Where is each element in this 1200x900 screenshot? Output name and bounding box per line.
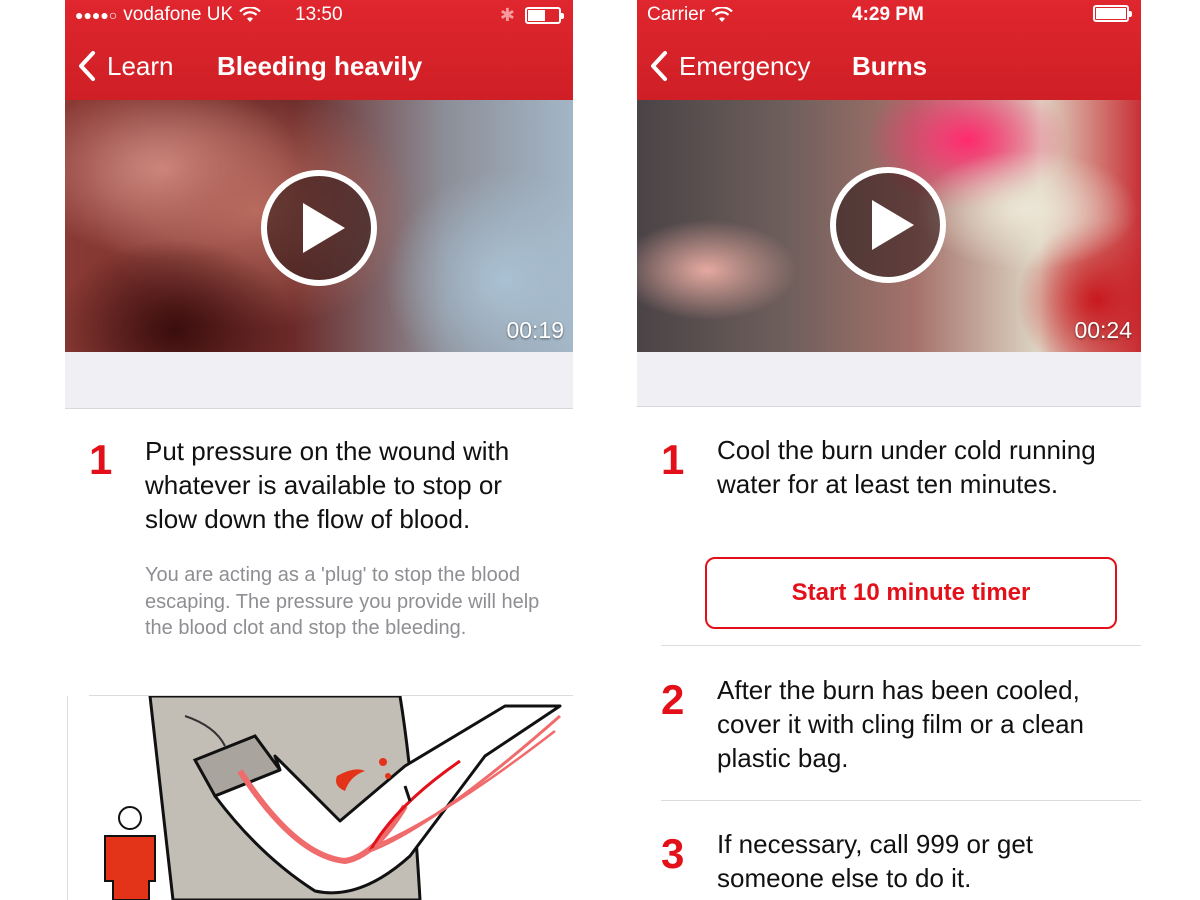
navigation-bar: Emergency Burns [637, 44, 1141, 88]
page-title: Burns [852, 51, 928, 81]
bleeding-screen: ●●●●○ vodafone UK 13:50 ✱ Learn Bleeding… [65, 0, 573, 900]
step-text: Put pressure on the wound with whatever … [145, 436, 510, 534]
carrier-info: ●●●●○ vodafone UK [75, 4, 261, 26]
status-right [1093, 5, 1132, 22]
status-bar: ●●●●○ vodafone UK 13:50 ✱ [65, 0, 573, 30]
chevron-left-icon [79, 51, 95, 81]
step-text: Cool the burn under cold running water f… [717, 435, 1096, 499]
bluetooth-icon: ✱ [499, 5, 515, 25]
blood-drop [379, 758, 387, 766]
status-time: 4:29 PM [852, 4, 924, 25]
divider [661, 800, 1141, 801]
bleeding-arm-illustration [104, 696, 562, 900]
person-icon [104, 806, 156, 900]
battery-icon [1093, 5, 1132, 22]
video-player[interactable]: 00:19 [65, 100, 573, 352]
spacer-band [65, 352, 573, 409]
back-button[interactable]: Emergency [649, 50, 811, 82]
step-detail: You are acting as a 'plug' to stop the b… [145, 564, 540, 639]
status-right: ✱ [499, 5, 564, 26]
back-label: Emergency [679, 50, 811, 81]
video-duration: 00:19 [506, 317, 564, 343]
carrier-name: Carrier [647, 4, 706, 25]
chevron-left-icon [651, 51, 667, 81]
video-player[interactable]: 00:24 [637, 100, 1141, 352]
step-number: 1 [89, 436, 113, 483]
start-timer-button[interactable]: Start 10 minute timer [705, 557, 1117, 629]
page-title: Bleeding heavily [217, 51, 423, 81]
play-button[interactable] [830, 167, 946, 283]
play-button[interactable] [261, 170, 377, 286]
header: ●●●●○ vodafone UK 13:50 ✱ Learn Bleeding… [65, 0, 573, 100]
wifi-icon [239, 7, 261, 22]
wifi-icon [711, 7, 733, 22]
back-button[interactable]: Learn [77, 50, 174, 82]
battery-fill [1096, 8, 1126, 19]
back-label: Learn [107, 50, 174, 81]
header: Carrier 4:29 PM Emergency Burns [637, 0, 1141, 100]
play-icon [872, 200, 914, 250]
burns-screen: Carrier 4:29 PM Emergency Burns 00:24 1 … [637, 0, 1141, 900]
step-text: After the burn has been cooled, cover it… [717, 675, 1085, 773]
carrier-info: Carrier [647, 4, 733, 26]
status-bar: Carrier 4:29 PM [637, 0, 1141, 30]
step-text: If necessary, call 999 or get someone el… [717, 829, 1034, 893]
status-time: 13:50 [295, 4, 343, 25]
spacer-band [637, 352, 1141, 407]
step-number: 1 [661, 436, 685, 483]
step-number: 2 [661, 676, 685, 723]
video-duration: 00:24 [1074, 317, 1132, 343]
battery-icon [525, 7, 564, 24]
signal-strength-icon: ●●●●○ [75, 7, 118, 23]
navigation-bar: Learn Bleeding heavily [65, 44, 573, 88]
carrier-name: vodafone UK [123, 4, 234, 25]
battery-fill [528, 10, 545, 21]
play-icon [303, 203, 345, 253]
blood-drop [385, 773, 391, 779]
step-number: 3 [661, 830, 685, 877]
divider [661, 645, 1141, 646]
